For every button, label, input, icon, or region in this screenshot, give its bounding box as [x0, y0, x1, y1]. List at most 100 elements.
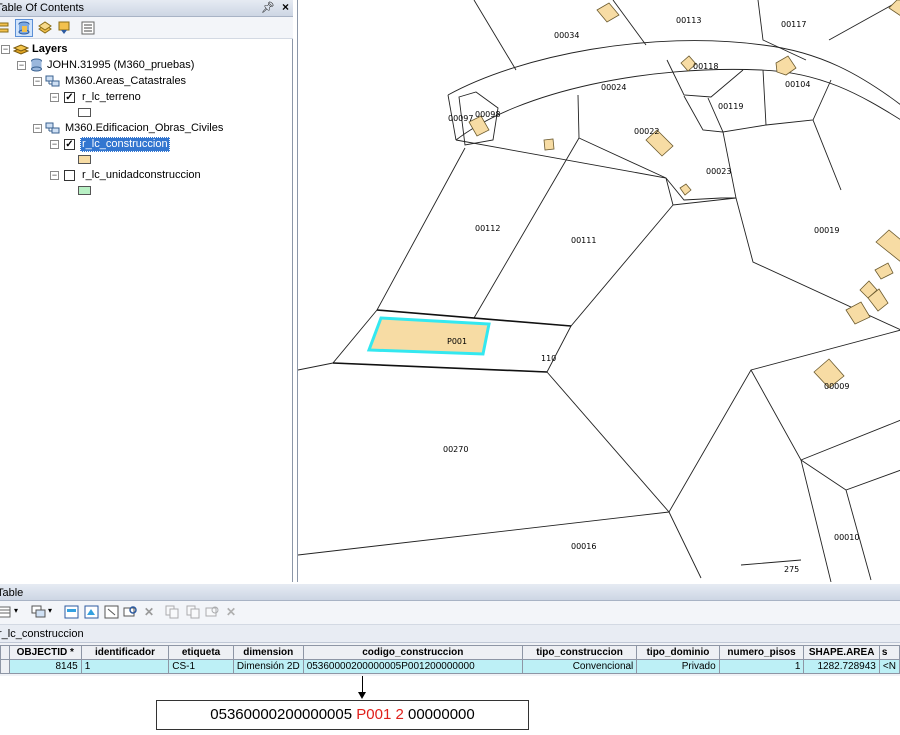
construccion-visibility-checkbox[interactable]: ✓ [64, 139, 75, 150]
cell-tipo-dominio[interactable]: Privado [636, 659, 720, 674]
parcel-label: 00009 [824, 382, 849, 391]
list-by-selection-icon[interactable] [56, 20, 72, 36]
unidad-visibility-checkbox[interactable] [64, 170, 75, 181]
parcel-label: 00118 [693, 62, 718, 71]
layers-label: Layers [32, 43, 68, 55]
column-header[interactable]: numero_pisos [718, 645, 805, 660]
row-selector[interactable] [0, 659, 10, 674]
row-selector-header[interactable] [0, 645, 10, 660]
map-view[interactable]: 00034 00113 00117 00118 00024 00104 0011… [297, 0, 900, 582]
toc-title: Table Of Contents [0, 2, 85, 14]
delete-selected-icon[interactable]: ✕ [144, 605, 154, 619]
cell-dimension[interactable]: Dimensión 2D [232, 659, 304, 674]
cell-etiqueta[interactable]: CS-1 [168, 659, 234, 674]
parcel-label: 110 [541, 354, 556, 363]
switch-selection-icon[interactable] [84, 605, 99, 619]
layer-r-lc-unidadconstruccion[interactable]: r_lc_unidadconstruccion [82, 168, 201, 183]
column-header[interactable]: s [878, 645, 900, 660]
copy-selected-icon[interactable] [165, 605, 180, 619]
collapse-layers-toggle[interactable]: − [1, 45, 10, 54]
code-part-highlight: P001 2 [356, 706, 404, 723]
dropdown-arrow-icon[interactable]: ▾ [14, 606, 18, 615]
group-areas-catastrales[interactable]: M360.Areas_Catastrales [65, 74, 186, 89]
code-breakdown-box: 05360000200000005 P001 2 00000000 [156, 700, 529, 730]
table-title: Table [0, 587, 24, 599]
parcel-label: 00111 [571, 236, 596, 245]
group-edificacion-obras-civiles[interactable]: M360.Edificacion_Obras_Civiles [65, 121, 223, 136]
cell-shape-area[interactable]: 1282.728943 [803, 659, 880, 674]
cell-identificador[interactable]: 1 [80, 659, 170, 674]
feature-dataset-icon [45, 122, 60, 134]
parcel-label: 275 [784, 565, 799, 574]
delete-disabled-icon[interactable]: ✕ [226, 605, 236, 619]
collapse-dataframe-toggle[interactable]: − [17, 61, 26, 70]
cell-codigo-construccion[interactable]: 05360000200000005P001200000000 [302, 659, 523, 674]
parcel-label: 00023 [706, 167, 731, 176]
related-tables-icon[interactable] [31, 605, 46, 619]
unidad-legend-swatch [78, 186, 91, 195]
attribute-grid: OBJECTID * identificador etiqueta dimens… [0, 645, 900, 674]
collapse-areas-catastrales-toggle[interactable]: − [33, 77, 42, 86]
column-header[interactable]: identificador [80, 645, 170, 660]
table-header-row: OBJECTID * identificador etiqueta dimens… [0, 645, 900, 660]
zoom-selected-disabled-icon[interactable] [205, 605, 220, 619]
table-tab[interactable]: r_lc_construccion [0, 625, 900, 643]
column-header[interactable]: etiqueta [168, 645, 234, 660]
annotation-arrow-head [358, 692, 366, 699]
cadastral-map[interactable]: 00034 00113 00117 00118 00024 00104 0011… [298, 0, 900, 582]
code-part-prefix: 05360000200000005 [210, 706, 353, 723]
column-header[interactable]: OBJECTID * [8, 645, 82, 660]
database-connection-icon [31, 58, 42, 72]
parcel-label: P001 [447, 337, 467, 346]
clear-selection-icon[interactable] [104, 605, 119, 619]
layer-r-lc-construccion[interactable]: r_lc_construccion [80, 137, 170, 152]
collapse-terreno-toggle[interactable]: − [50, 93, 59, 102]
terreno-visibility-checkbox[interactable]: ✓ [64, 92, 75, 103]
table-row[interactable]: 8145 1 CS-1 Dimensión 2D 053600002000000… [0, 659, 900, 674]
cell-objectid[interactable]: 8145 [8, 659, 82, 674]
toc-toolbar [0, 17, 293, 39]
parcel-label: 00112 [475, 224, 500, 233]
list-by-drawing-order-icon[interactable] [0, 20, 12, 36]
feature-dataset-icon [45, 75, 60, 87]
dropdown-arrow-icon[interactable]: ▾ [48, 606, 52, 615]
selected-building-p001[interactable] [366, 316, 491, 356]
zoom-to-selected-icon[interactable] [123, 605, 138, 619]
layer-r-lc-terreno[interactable]: r_lc_terreno [82, 90, 141, 105]
column-header[interactable]: dimension [232, 645, 304, 660]
column-header[interactable]: codigo_construccion [302, 645, 523, 660]
parcel-label: 00019 [814, 226, 839, 235]
column-header[interactable]: tipo_dominio [636, 645, 720, 660]
parcel-label: 00117 [781, 20, 806, 29]
code-part-suffix: 00000000 [407, 706, 475, 723]
close-icon[interactable]: × [282, 0, 289, 14]
parcel-label: 00016 [571, 542, 596, 551]
table-options-icon[interactable] [0, 605, 11, 619]
cell-numero-pisos[interactable]: 1 [718, 659, 805, 674]
parcel-label: 00010 [834, 533, 859, 542]
pin-icon[interactable]: 📌︎ [261, 1, 275, 14]
parcel-label: 00104 [785, 80, 810, 89]
list-by-visibility-icon[interactable] [37, 20, 53, 36]
column-header[interactable]: SHAPE.AREA [803, 645, 880, 660]
cell-extra[interactable]: <N [878, 659, 900, 674]
column-header[interactable]: tipo_construccion [521, 645, 638, 660]
parcel-label: 00034 [554, 31, 579, 40]
collapse-unidad-toggle[interactable]: − [50, 171, 59, 180]
cell-tipo-construccion[interactable]: Convencional [521, 659, 638, 674]
collapse-construccion-toggle[interactable]: − [50, 140, 59, 149]
parcel-label: 00097 [448, 114, 473, 123]
dataframe-label[interactable]: JOHN.31995 (M360_pruebas) [47, 58, 194, 73]
parcel-label: 00270 [443, 445, 468, 454]
attribute-table-window: Table ▾ ▾ ✕ ✕ r_lc_construccion OBJECTID… [0, 584, 900, 676]
construccion-legend-swatch [78, 155, 91, 164]
paste-icon[interactable] [186, 605, 201, 619]
table-tab-label: r_lc_construccion [0, 628, 84, 640]
select-by-attributes-icon[interactable] [64, 605, 79, 619]
table-toolbar: ▾ ▾ ✕ ✕ [0, 601, 900, 625]
list-by-source-button[interactable] [15, 19, 33, 37]
options-icon[interactable] [80, 20, 96, 36]
collapse-edificacion-toggle[interactable]: − [33, 124, 42, 133]
parcel-label: 00024 [601, 83, 626, 92]
toc-titlebar: Table Of Contents 📌︎ × [0, 0, 293, 17]
